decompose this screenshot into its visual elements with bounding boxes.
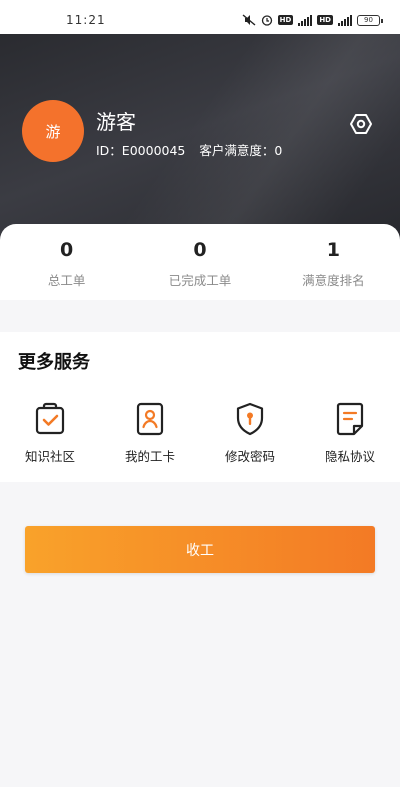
signal-icon xyxy=(298,14,313,26)
stats-card: 0 总工单 0 已完成工单 1 满意度排名 xyxy=(0,224,400,300)
alarm-icon xyxy=(261,15,272,26)
more-services-section: 更多服务 知识社区 我的工卡 修改密码 隐私协议 xyxy=(0,332,400,482)
service-label: 隐私协议 xyxy=(324,449,375,464)
service-privacy-policy[interactable]: 隐私协议 xyxy=(300,402,400,465)
service-my-badge[interactable]: 我的工卡 xyxy=(100,402,200,465)
user-meta: ID：E0000045 客户满意度：0 xyxy=(96,140,296,159)
stat-label: 总工单 xyxy=(47,273,86,288)
stat-total-orders[interactable]: 0 总工单 xyxy=(0,224,133,300)
stat-label: 已完成工单 xyxy=(168,273,232,288)
service-label: 我的工卡 xyxy=(124,449,175,464)
hd-badge-2: HD xyxy=(317,15,333,25)
service-change-password[interactable]: 修改密码 xyxy=(200,402,300,465)
shield-key-icon xyxy=(236,402,264,436)
hd-badge: HD xyxy=(277,15,294,25)
settings-icon[interactable] xyxy=(349,112,373,136)
status-time: 11:21 xyxy=(66,13,106,27)
mute-icon xyxy=(242,14,256,26)
stat-value: 1 xyxy=(326,239,340,261)
stat-completed-orders[interactable]: 0 已完成工单 xyxy=(133,224,266,300)
bag-check-icon xyxy=(35,402,65,435)
finish-work-button[interactable]: 收工 xyxy=(25,526,375,573)
service-knowledge-community[interactable]: 知识社区 xyxy=(0,402,100,465)
stat-label: 满意度排名 xyxy=(302,273,365,288)
service-label: 修改密码 xyxy=(224,449,275,464)
document-icon xyxy=(336,402,364,436)
customer-satisfaction: 客户满意度：0 xyxy=(199,143,283,158)
user-name: 游客 xyxy=(96,110,136,134)
section-title: 更多服务 xyxy=(18,352,90,373)
user-id: ID：E0000045 xyxy=(96,143,186,158)
service-label: 知识社区 xyxy=(24,449,75,464)
services-grid: 知识社区 我的工卡 修改密码 隐私协议 xyxy=(0,402,400,465)
signal-icon-2 xyxy=(338,14,352,26)
avatar[interactable]: 游 xyxy=(22,100,84,162)
stat-value: 0 xyxy=(60,239,74,261)
status-icons: HD HD 90 xyxy=(242,14,383,26)
badge-icon xyxy=(136,402,164,436)
stat-satisfaction-rank[interactable]: 1 满意度排名 xyxy=(267,224,400,300)
stat-value: 0 xyxy=(193,239,207,261)
battery-icon: 90 xyxy=(357,14,383,26)
